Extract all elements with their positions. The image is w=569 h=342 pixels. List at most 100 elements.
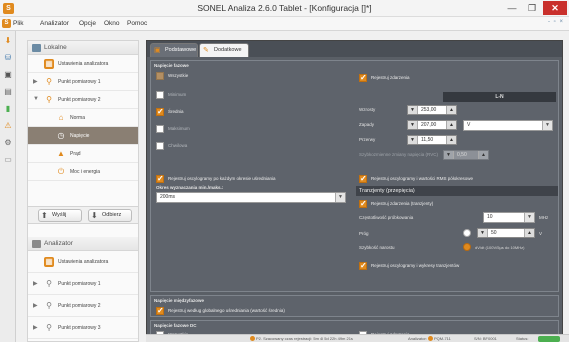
increment-icon[interactable]: ▲ <box>446 121 456 129</box>
decrement-icon[interactable]: ▼ <box>408 121 418 129</box>
current-icon: ▲ <box>57 149 65 158</box>
menu-window[interactable]: Okno <box>104 20 120 27</box>
tab-additional[interactable]: ✎ Dodatkowe <box>199 43 249 57</box>
section-title: Napięcie międzyfazowe <box>154 298 205 303</box>
expand-icon[interactable]: ▶ <box>33 78 38 85</box>
instant-checkbox[interactable] <box>156 142 164 150</box>
expand-icon[interactable]: ▶ <box>33 302 38 309</box>
menu-options[interactable]: Opcje <box>79 20 96 27</box>
decrement-icon[interactable]: ▼ <box>478 229 488 237</box>
transient-osc-checkbox-row[interactable]: Rejestruj oscylogramy i wykresy tranzjen… <box>359 261 549 271</box>
device-icon[interactable]: ▤ <box>3 87 13 97</box>
increment-icon[interactable]: ▲ <box>446 136 456 144</box>
interruptions-stepper[interactable]: ▼ 11,50 ▲ <box>407 135 457 145</box>
tree-item-point-2[interactable]: ▼ ⚲ Punkt pomiarowy 2 <box>28 91 138 109</box>
threshold-radio[interactable] <box>463 229 471 237</box>
minimum-checkbox-row[interactable]: Minimum <box>156 90 276 100</box>
transients-checkbox[interactable] <box>359 199 367 208</box>
tree-item-label: Punkt pomiarowy 1 <box>58 79 101 85</box>
transient-osc-checkbox[interactable] <box>359 261 367 270</box>
minimum-checkbox[interactable] <box>156 91 164 99</box>
maximum-checkbox[interactable] <box>156 125 164 133</box>
chevron-down-icon[interactable]: ▼ <box>524 213 534 222</box>
increment-icon[interactable]: ▲ <box>524 229 534 237</box>
tree-item-remote-point-3[interactable]: ▶ ⚲ Punkt pomiarowy 3 <box>28 317 138 339</box>
instant-checkbox-row[interactable]: Chwilowa <box>156 141 276 151</box>
threshold-stepper[interactable]: ▼ 50 ▲ <box>477 228 535 238</box>
all-checkbox-row[interactable]: Wszystkie <box>156 71 276 81</box>
maximize-button[interactable]: ❐ <box>522 1 542 15</box>
swells-stepper[interactable]: ▼ 253,00 ▲ <box>407 105 457 115</box>
warning-icon[interactable]: ⚠ <box>3 121 13 131</box>
phase-voltage-section: Napięcie fazowe Wszystkie Minimum Średni… <box>150 60 559 292</box>
osc-rms-checkbox-row[interactable]: Rejestruj oscylogramy i wartości RMS pół… <box>359 174 559 184</box>
record-events-checkbox[interactable] <box>359 73 367 82</box>
expand-icon[interactable]: ▶ <box>33 324 38 331</box>
rate-option-label: dV/dt (100V/5µs do 10MHz) <box>475 245 525 250</box>
tree-item-remote-settings[interactable]: ▦ Ustawienia analizatora <box>28 251 138 273</box>
receive-button[interactable]: ⬇ Odbierz <box>88 209 132 222</box>
title-bar: S SONEL Analiza 2.6.0 Tablet - [Konfigur… <box>0 0 569 17</box>
mdi-controls[interactable]: - ▫ × <box>548 19 566 29</box>
osc-rms-checkbox[interactable] <box>359 174 367 183</box>
decrement-icon[interactable]: ▼ <box>408 106 418 114</box>
tree-item-voltage[interactable]: ◷ Napięcie <box>28 127 138 145</box>
record-events-checkbox-row[interactable]: Rejestruj zdarzenia <box>359 73 549 83</box>
menu-file[interactable]: Plik <box>13 20 23 27</box>
interruptions-label: Przerwy <box>359 137 376 142</box>
menu-help[interactable]: Pomoc <box>127 20 147 27</box>
tab-additional-icon: ✎ <box>203 47 209 54</box>
decrement-icon[interactable]: ▼ <box>408 136 418 144</box>
increment-icon[interactable]: ▲ <box>446 106 456 114</box>
menu-bar: S Plik Analizator Opcje Okno Pomoc - ▫ × <box>0 17 569 31</box>
osc-each-checkbox[interactable] <box>156 174 164 183</box>
minimize-button[interactable]: — <box>502 1 522 15</box>
close-button[interactable]: ✕ <box>543 1 567 15</box>
maximum-checkbox-row[interactable]: Maksimum <box>156 124 276 134</box>
tree-item-norm[interactable]: ⌂ Norma <box>28 109 138 127</box>
period-select[interactable]: 200ms ▼ <box>156 192 346 203</box>
mean-checkbox[interactable] <box>156 107 164 116</box>
receive-label: Odbierz <box>102 212 122 218</box>
new-icon[interactable]: ⬇ <box>3 36 13 46</box>
chevron-down-icon[interactable]: ▼ <box>335 193 345 202</box>
tree-item-remote-point-1[interactable]: ▶ ⚲ Punkt pomiarowy 1 <box>28 273 138 295</box>
analyzer-label: Analizator: <box>408 336 429 341</box>
tree-item-remote-point-2[interactable]: ▶ ⚲ Punkt pomiarowy 2 <box>28 295 138 317</box>
all-label: Wszystkie <box>168 73 189 78</box>
sampling-value: 10 <box>487 214 493 220</box>
tree-item-power[interactable]: ⏻ Moc i energia <box>28 163 138 181</box>
expand-icon[interactable]: ▶ <box>33 280 38 287</box>
chevron-down-icon[interactable]: ▼ <box>542 121 552 130</box>
save-icon[interactable]: ▣ <box>3 70 13 80</box>
collapse-icon[interactable]: ▼ <box>33 96 39 102</box>
line-register-checkbox-row[interactable]: Rejestruj według globalnego uśredniania … <box>156 306 416 316</box>
tree-item-label: Punkt pomiarowy 3 <box>58 325 101 331</box>
osc-each-checkbox-row[interactable]: Rejestruj oscylogramy po każdym okresie … <box>156 174 346 184</box>
tree-item-current[interactable]: ▲ Prąd <box>28 145 138 163</box>
dips-stepper[interactable]: ▼ 207,00 ▲ <box>407 120 457 130</box>
analyzer-device-icon <box>32 240 41 248</box>
send-button[interactable]: ⬆ Wyślij <box>38 209 82 222</box>
tree-header-local[interactable]: Lokalne <box>28 41 138 55</box>
tree-item-label: Prąd <box>70 151 81 157</box>
transients-checkbox-row[interactable]: Rejestruj zdarzenia (tranzjenty) <box>359 199 549 209</box>
menu-analyzer[interactable]: Analizator <box>40 20 69 27</box>
settings-icon[interactable]: ⚙ <box>3 138 13 148</box>
tree-header-analyzer[interactable]: Analizator <box>28 237 138 251</box>
mean-checkbox-row[interactable]: Średnia <box>156 107 276 117</box>
estimate-label: P2. Szacowany czas rejestracji: 5m 4l 5d… <box>256 336 353 341</box>
line-register-checkbox[interactable] <box>156 306 164 315</box>
rate-radio[interactable] <box>463 243 471 251</box>
report-icon[interactable]: ▭ <box>3 155 13 165</box>
tree-item-analyzer-settings[interactable]: ▦ Ustawienia analizatora <box>28 55 138 73</box>
open-icon[interactable]: ⛁ <box>3 53 13 63</box>
chart-icon[interactable]: ▮ <box>3 104 13 114</box>
tree-item-label: Moc i energia <box>70 169 101 175</box>
tab-basic[interactable]: ▣ Podstawowe <box>150 43 198 57</box>
sampling-select[interactable]: 10 ▼ <box>483 212 535 223</box>
tab-basic-label: Podstawowe <box>165 47 197 53</box>
tree-item-point-1[interactable]: ▶ ⚲ Punkt pomiarowy 1 <box>28 73 138 91</box>
all-checkbox[interactable] <box>156 72 164 80</box>
unit-select[interactable]: V ▼ <box>463 120 553 131</box>
